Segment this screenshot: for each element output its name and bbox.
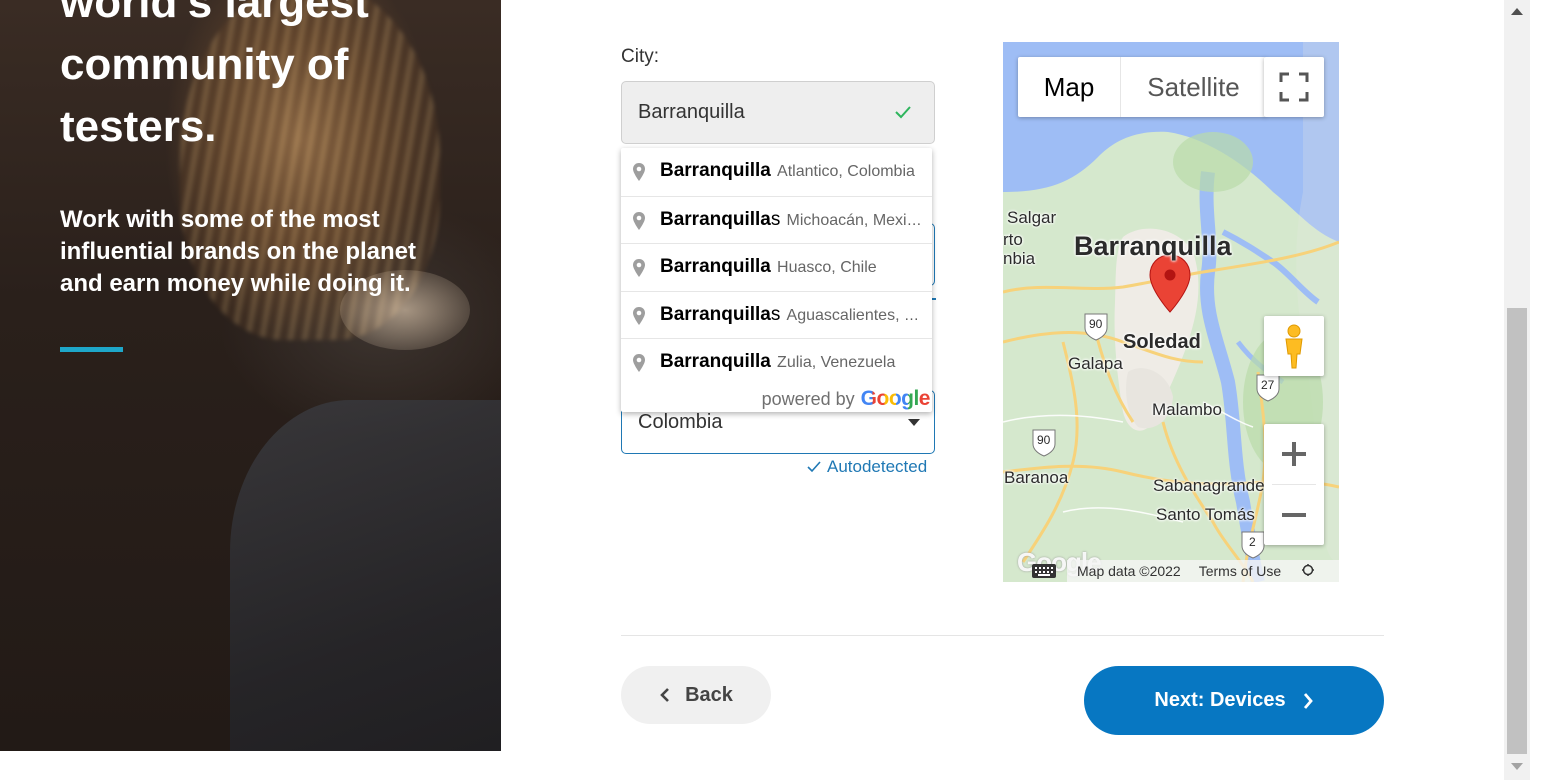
minus-icon — [1282, 513, 1306, 517]
hero-photo-sleeve — [230, 400, 501, 751]
autodetected-label: Autodetected — [827, 457, 928, 476]
autocomplete-secondary: Michoacán, Mexico — [786, 211, 924, 229]
map-label-baranoa: Baranoa — [1004, 468, 1069, 487]
report-error-button[interactable] — [1301, 563, 1315, 580]
location-pin-icon — [633, 306, 645, 325]
location-pin-icon — [633, 259, 645, 277]
map-label-colombia: nbia — [1003, 249, 1036, 268]
location-pin-icon — [633, 163, 645, 181]
valid-check-icon — [895, 106, 911, 119]
zoom-in-button[interactable] — [1264, 424, 1324, 484]
map-route-2: 2 — [1249, 535, 1256, 549]
autodetected-note: Autodetected — [806, 457, 927, 477]
hero-title: world's largest community of testers. — [60, 0, 369, 151]
zoom-out-button[interactable] — [1264, 485, 1324, 545]
autocomplete-secondary: Aguascalientes, Mexico — [786, 306, 932, 324]
chevron-down-icon — [908, 419, 920, 426]
check-icon — [807, 461, 821, 473]
keyboard-shortcuts-button[interactable] — [1031, 563, 1061, 579]
autocomplete-item[interactable]: Barranquillas Michoacán, Mexico — [621, 195, 932, 244]
back-button[interactable]: Back — [621, 666, 771, 724]
map-label-barranquilla: Barranquilla — [1074, 231, 1232, 261]
scrollbar-thumb[interactable] — [1507, 308, 1527, 754]
location-map[interactable]: Salgar rto nbia Barranquilla Soledad Gal… — [1003, 42, 1339, 582]
map-route-27: 27 — [1261, 378, 1275, 392]
map-label-puerto: rto — [1003, 230, 1023, 249]
next-devices-button[interactable]: Next: Devices — [1084, 666, 1384, 735]
autocomplete-match: Barranquilla — [660, 256, 771, 277]
map-data-credit: Map data ©2022 — [1077, 563, 1181, 579]
autocomplete-match: Barranquilla — [660, 303, 771, 325]
autocomplete-match: Barranquilla — [660, 208, 771, 230]
map-label-sabanagrande: Sabanagrande — [1153, 476, 1265, 495]
city-input-value: Barranquilla — [638, 101, 745, 123]
map-label-santo-tomas: Santo Tomás — [1156, 505, 1255, 524]
google-logo: Google — [860, 387, 931, 410]
city-label: City: — [621, 46, 659, 67]
location-pin-icon — [633, 211, 645, 230]
scroll-down-arrow-icon[interactable] — [1511, 763, 1523, 770]
city-autocomplete-dropdown: Barranquilla Atlantico, Colombia Barranq… — [621, 148, 932, 412]
zoom-control — [1264, 424, 1324, 545]
autocomplete-item[interactable]: Barranquillas Aguascalientes, Mexico — [621, 290, 932, 339]
autocomplete-match: Barranquilla — [660, 351, 771, 372]
pegman-icon — [1285, 324, 1303, 369]
map-type-satellite-button[interactable]: Satellite — [1121, 57, 1266, 117]
back-button-label: Back — [685, 683, 733, 706]
autocomplete-rest: s — [770, 208, 781, 230]
autocomplete-item[interactable]: Barranquilla Huasco, Chile — [621, 243, 932, 291]
fullscreen-button[interactable] — [1264, 57, 1324, 117]
section-divider — [621, 635, 1384, 636]
autocomplete-secondary: Atlantico, Colombia — [777, 163, 915, 180]
map-type-control: Map Satellite — [1018, 57, 1266, 117]
map-type-map-button[interactable]: Map — [1018, 57, 1121, 117]
city-input[interactable]: Barranquilla — [621, 81, 935, 144]
autocomplete-match: Barranquilla — [660, 160, 771, 181]
scroll-up-arrow-icon[interactable] — [1511, 8, 1523, 15]
map-label-salgar: Salgar — [1007, 208, 1057, 227]
hero-accent-bar — [60, 347, 123, 352]
hero-panel: world's largest community of testers. Wo… — [0, 0, 501, 751]
next-button-label: Next: Devices — [1154, 689, 1286, 711]
map-label-soledad: Soledad — [1123, 331, 1201, 353]
page: world's largest community of testers. Wo… — [0, 0, 1554, 780]
hero-subtitle: Work with some of the most influential b… — [60, 206, 417, 297]
bug-icon — [1302, 563, 1315, 576]
autocomplete-secondary: Zulia, Venezuela — [777, 354, 896, 371]
autocomplete-secondary: Huasco, Chile — [777, 259, 877, 276]
location-pin-icon — [633, 354, 645, 372]
map-label-galapa: Galapa — [1068, 354, 1123, 373]
chevron-right-icon — [1303, 692, 1313, 709]
autocomplete-rest: s — [770, 303, 781, 325]
autocomplete-item[interactable]: Barranquilla Atlantico, Colombia — [621, 148, 932, 196]
map-label-malambo: Malambo — [1152, 400, 1222, 419]
keyboard-icon — [1032, 564, 1056, 578]
powered-by-google: powered by Google — [621, 386, 932, 412]
map-route-90a: 90 — [1089, 317, 1103, 331]
map-attribution: Map data ©2022 Terms of Use — [1003, 560, 1339, 582]
plus-icon — [1282, 442, 1306, 466]
terms-of-use-link[interactable]: Terms of Use — [1199, 563, 1281, 579]
powered-by-label: powered by — [761, 388, 855, 409]
fullscreen-icon — [1279, 72, 1309, 102]
chevron-left-icon — [660, 688, 670, 702]
country-select-value: Colombia — [638, 411, 723, 433]
autocomplete-item[interactable]: Barranquilla Zulia, Venezuela — [621, 338, 932, 386]
map-route-90b: 90 — [1037, 433, 1051, 447]
street-view-pegman-button[interactable] — [1264, 316, 1324, 376]
